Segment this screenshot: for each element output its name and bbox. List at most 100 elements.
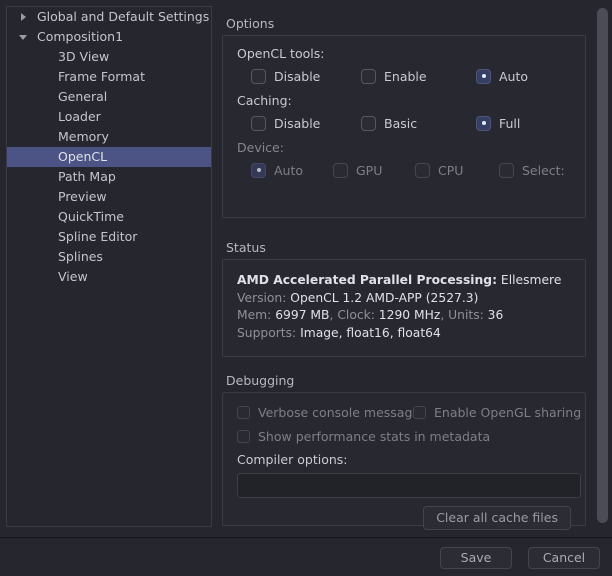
sidebar-item-3d-view[interactable]: 3D View: [7, 47, 211, 67]
caching-option-basic[interactable]: Basic: [361, 110, 417, 136]
sidebar-item-loader[interactable]: Loader: [7, 107, 211, 127]
device-option-cpu[interactable]: CPU: [415, 157, 463, 183]
caching-option-disable[interactable]: Disable: [251, 110, 320, 136]
device-option-auto[interactable]: Auto: [251, 157, 303, 183]
checkbox-icon: [237, 405, 250, 419]
compiler-options-input[interactable]: [237, 473, 581, 498]
settings-tree-sidebar[interactable]: Global and Default Settings Composition1 3…: [6, 6, 212, 527]
enable-opengl-sharing-checkbox[interactable]: Enable OpenGL sharing: [413, 401, 581, 423]
status-supports-line: Supports: Image, float16, float64: [237, 325, 571, 343]
sidebar-item-quicktime[interactable]: QuickTime: [7, 207, 211, 227]
clear-all-cache-files-button[interactable]: Clear all cache files: [423, 506, 571, 530]
settings-tree-list: Global and Default Settings Composition1 3…: [7, 7, 211, 287]
option-label: Auto: [274, 162, 304, 178]
status-device-line: AMD Accelerated Parallel Processing: Ell…: [237, 272, 571, 290]
device-row: Auto GPU CPU Select:: [223, 157, 585, 183]
status-version-line: Version: OpenCL 1.2 AMD-APP (2527.3): [237, 290, 571, 308]
checkbox-icon: [415, 162, 430, 178]
option-label: Enable: [384, 68, 427, 84]
checkbox-icon: [251, 68, 266, 84]
opencl-tools-option-auto[interactable]: Auto: [476, 63, 528, 89]
device-label: Device:: [237, 140, 284, 155]
sidebar-item-label: General: [58, 89, 108, 104]
show-perf-stats-checkbox[interactable]: Show performance stats in metadata: [237, 425, 490, 447]
vertical-scrollbar-thumb[interactable]: [597, 8, 608, 523]
status-supports-label: Supports:: [237, 325, 297, 340]
options-group: Options OpenCL tools: Disable Enable Aut…: [222, 16, 586, 218]
status-group-box: AMD Accelerated Parallel Processing: Ell…: [222, 259, 586, 357]
option-label: Disable: [274, 68, 321, 84]
status-mem-label: Mem:: [237, 308, 272, 322]
status-clock-label: Clock:: [337, 308, 375, 322]
checkbox-label: Show performance stats in metadata: [258, 428, 491, 444]
status-version-value: OpenCL 1.2 AMD-APP (2527.3): [290, 290, 479, 305]
compiler-options-label: Compiler options:: [237, 452, 348, 467]
sidebar-item-preview[interactable]: Preview: [7, 187, 211, 207]
sidebar-item-label: QuickTime: [58, 209, 124, 224]
sidebar-item-composition1[interactable]: Composition1: [7, 27, 211, 47]
sidebar-item-label: Global and Default Settings: [37, 9, 210, 24]
sidebar-item-general[interactable]: General: [7, 87, 211, 107]
sidebar-item-memory[interactable]: Memory: [7, 127, 211, 147]
caching-label: Caching:: [237, 93, 292, 108]
checkbox-icon: [413, 405, 426, 419]
sidebar-item-frame-format[interactable]: Frame Format: [7, 67, 211, 87]
verbose-console-checkbox[interactable]: Verbose console messages: [237, 401, 427, 423]
debugging-group: Debugging Verbose console messages Enabl…: [222, 373, 586, 530]
option-label: CPU: [438, 162, 464, 178]
debugging-row-1: Verbose console messages Enable OpenGL s…: [223, 401, 585, 425]
opencl-tools-option-disable[interactable]: Disable: [251, 63, 320, 89]
radio-checked-icon: [251, 162, 266, 178]
status-device-label: AMD Accelerated Parallel Processing:: [237, 273, 497, 287]
sidebar-item-label: Frame Format: [58, 69, 145, 84]
device-option-gpu[interactable]: GPU: [333, 157, 382, 183]
sidebar-item-label: Memory: [58, 129, 109, 144]
options-group-box: OpenCL tools: Disable Enable Auto Cachin…: [222, 35, 586, 218]
sidebar-item-spline-editor[interactable]: Spline Editor: [7, 227, 211, 247]
caching-row: Disable Basic Full: [223, 110, 585, 136]
caching-option-full[interactable]: Full: [476, 110, 520, 136]
preferences-dialog: Global and Default Settings Composition1 3…: [0, 0, 612, 576]
opencl-tools-option-enable[interactable]: Enable: [361, 63, 427, 89]
sidebar-item-label: 3D View: [58, 49, 110, 64]
radio-checked-icon: [476, 115, 491, 131]
sidebar-item-splines[interactable]: Splines: [7, 247, 211, 267]
device-option-select[interactable]: Select:: [499, 157, 565, 183]
checkbox-icon: [237, 429, 250, 443]
status-group: Status AMD Accelerated Parallel Processi…: [222, 240, 586, 357]
save-button[interactable]: Save: [440, 547, 512, 569]
debugging-group-box: Verbose console messages Enable OpenGL s…: [222, 392, 586, 530]
vertical-scrollbar[interactable]: [596, 2, 609, 535]
status-mem-value: 6997 MB: [275, 308, 330, 322]
sidebar-item-label: Loader: [58, 109, 101, 124]
option-label: Basic: [384, 115, 418, 131]
option-label: Auto: [499, 68, 529, 84]
debugging-group-title: Debugging: [226, 373, 295, 388]
sidebar-item-label: Composition1: [37, 29, 124, 44]
status-device-value: Ellesmere: [500, 273, 562, 287]
settings-detail-pane: Options OpenCL tools: Disable Enable Aut…: [216, 0, 596, 537]
checkbox-icon: [333, 162, 348, 178]
option-label: Disable: [274, 115, 321, 131]
status-supports-value: Image, float16, float64: [300, 325, 441, 340]
option-label: Select:: [522, 162, 565, 178]
status-version-label: Version:: [237, 290, 287, 305]
checkbox-label: Enable OpenGL sharing: [434, 404, 582, 420]
sidebar-item-global-and-default-settings[interactable]: Global and Default Settings: [7, 7, 211, 27]
sidebar-item-label: Path Map: [58, 169, 116, 184]
chevron-right-icon[interactable]: [17, 7, 31, 27]
status-group-title: Status: [226, 240, 266, 255]
sidebar-item-opencl[interactable]: OpenCL: [7, 147, 211, 167]
clear-cache-row: Clear all cache files: [223, 498, 585, 530]
sidebar-item-view[interactable]: View: [7, 267, 211, 287]
sidebar-item-label: Splines: [58, 249, 103, 264]
opencl-tools-label: OpenCL tools:: [237, 46, 325, 61]
options-group-title: Options: [226, 16, 275, 31]
sidebar-item-path-map[interactable]: Path Map: [7, 167, 211, 187]
status-units-label: Units:: [448, 308, 484, 322]
chevron-down-icon[interactable]: [17, 27, 31, 47]
radio-checked-icon: [476, 68, 491, 84]
cancel-button[interactable]: Cancel: [528, 547, 600, 569]
status-clock-value: 1290 MHz: [378, 308, 441, 322]
status-units-value: 36: [487, 308, 504, 322]
